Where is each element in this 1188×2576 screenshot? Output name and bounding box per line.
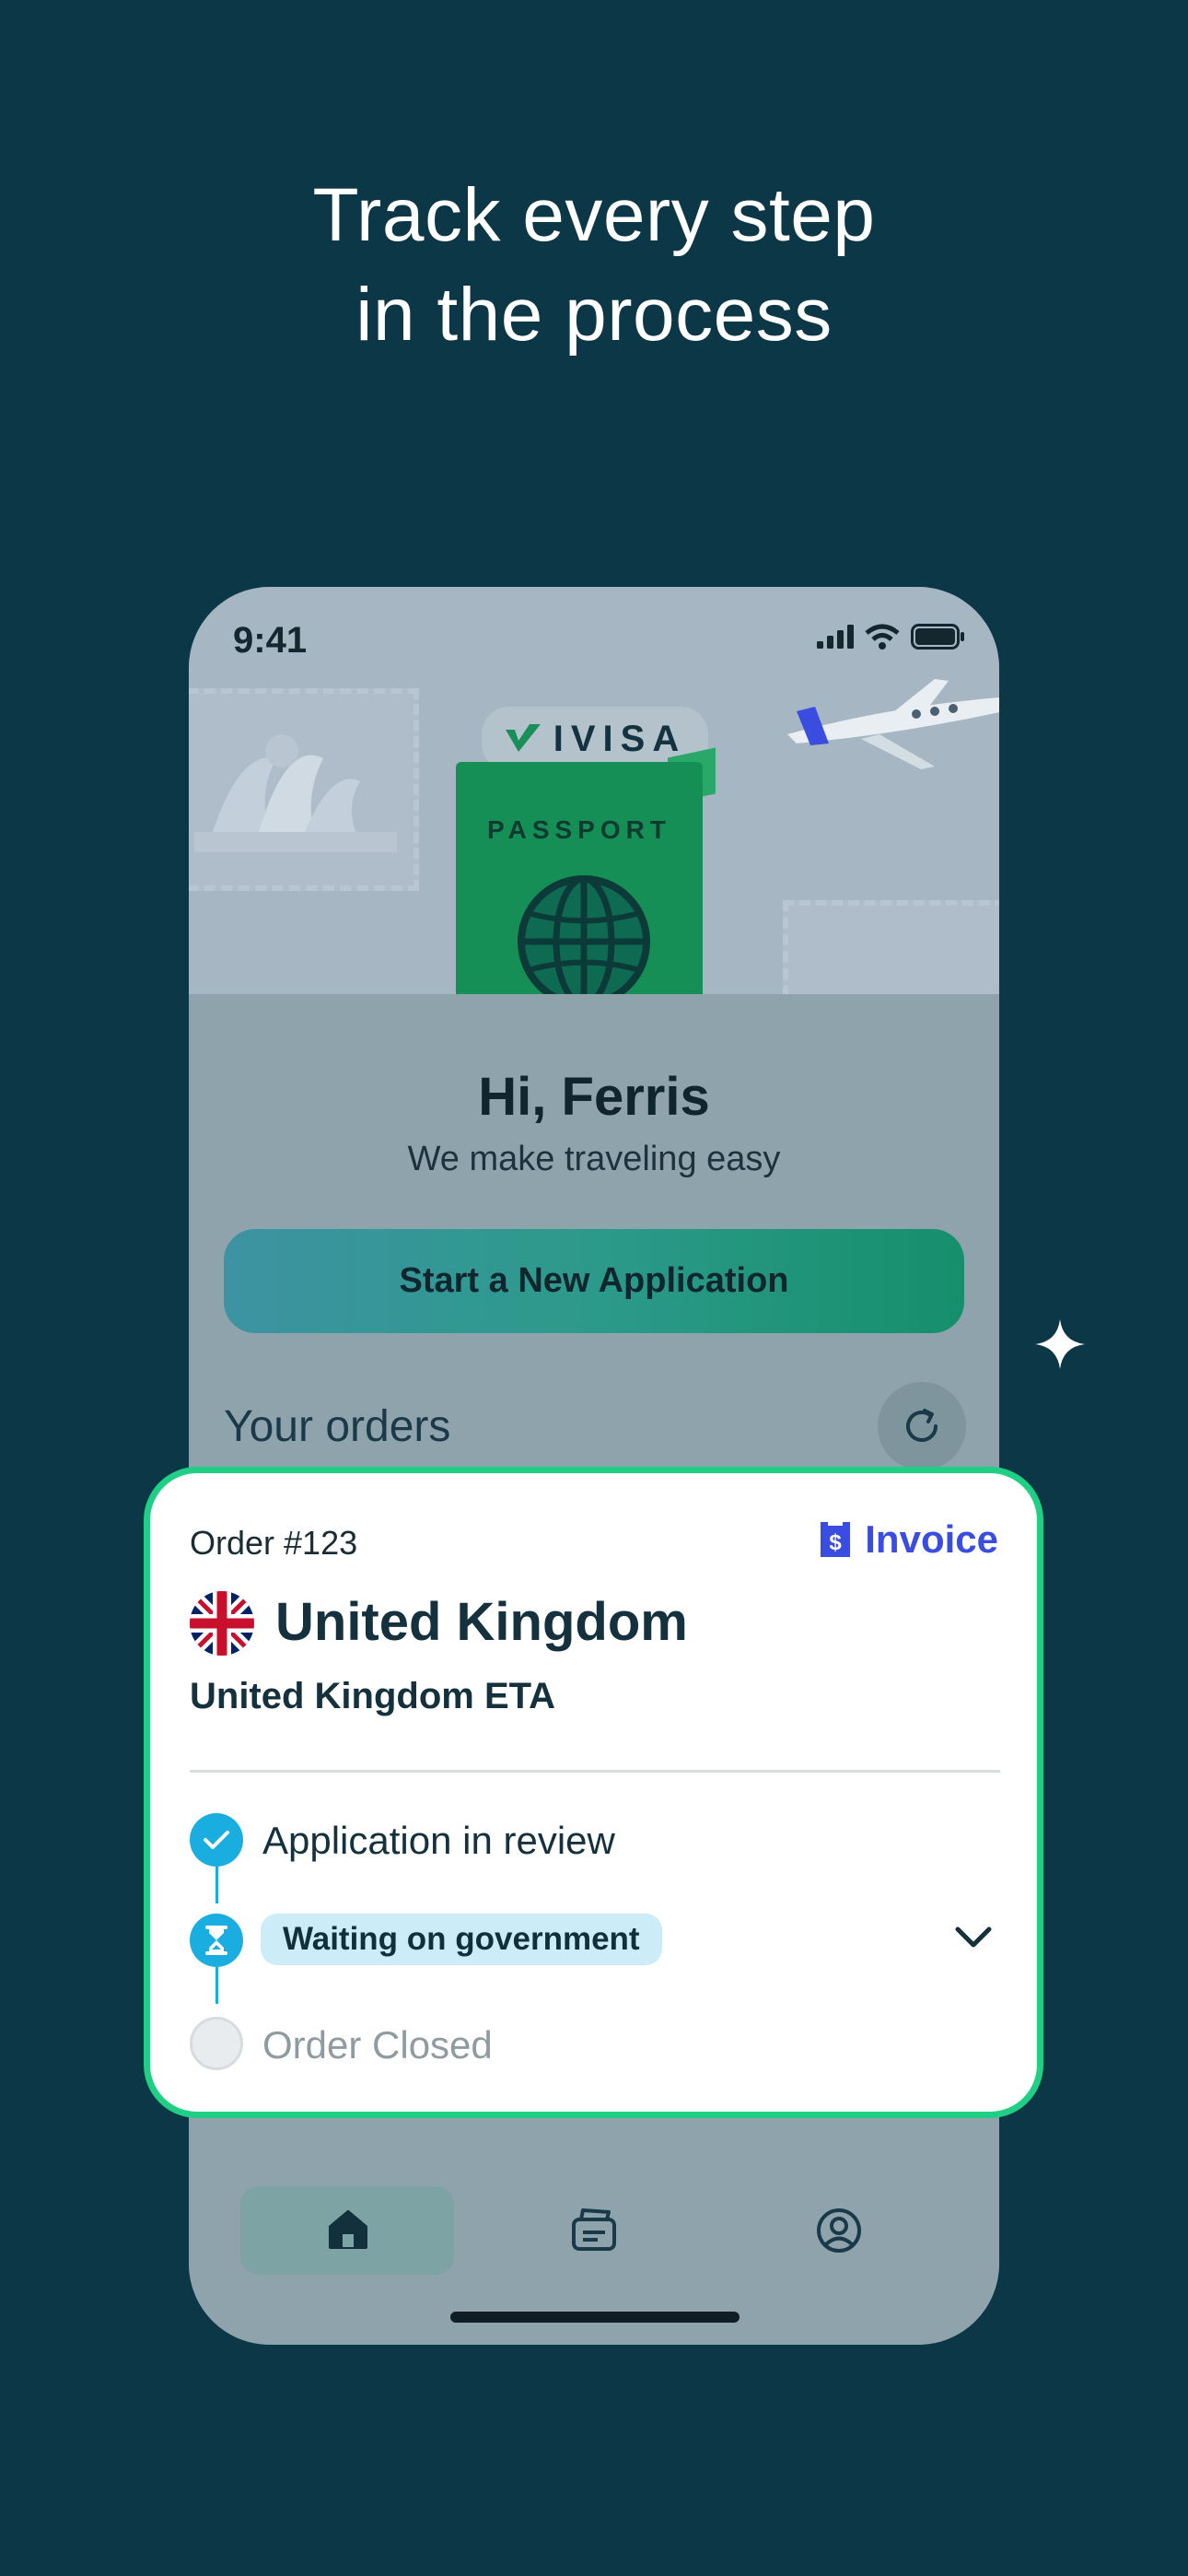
refresh-icon — [906, 1409, 938, 1442]
step-label: Order Closed — [262, 2023, 493, 2067]
headline-line-1: Track every step — [312, 173, 876, 257]
profile-icon[interactable] — [815, 2207, 863, 2254]
step-connector — [215, 1867, 218, 1903]
documents-icon[interactable] — [570, 2207, 618, 2253]
hourglass-icon — [205, 1926, 227, 1955]
wifi-icon — [865, 624, 900, 650]
status-icons — [817, 624, 966, 650]
orders-title: Your orders — [224, 1402, 451, 1451]
passport: PASSPORT — [456, 762, 703, 994]
home-indicator — [450, 2312, 740, 2323]
globe-icon — [518, 875, 650, 994]
invoice-icon: $ — [821, 1522, 851, 1557]
status-bar: 9:41 — [189, 587, 999, 688]
step-connector — [215, 1967, 218, 2004]
battery-icon — [911, 624, 964, 650]
headline-line-2: in the process — [355, 273, 833, 357]
opera-house-icon — [194, 734, 397, 852]
tagline: We make traveling easy — [407, 1140, 781, 1178]
refresh-button[interactable] — [878, 1382, 966, 1470]
chevron-down-icon[interactable] — [954, 1925, 993, 1950]
step-current-indicator — [190, 1914, 243, 1967]
invoice-link[interactable]: $ Invoice — [817, 1517, 998, 1562]
invoice-label: Invoice — [865, 1517, 998, 1561]
visa-type: United Kingdom ETA — [190, 1676, 555, 1716]
step-done-indicator — [190, 1813, 243, 1867]
country-name: United Kingdom — [275, 1592, 688, 1652]
order-card[interactable]: Order #123 $ Invoice United Kingdom Unit… — [144, 1467, 1043, 2118]
check-icon — [204, 1831, 229, 1849]
status-time: 9:41 — [233, 620, 308, 661]
greeting: Hi, Ferris — [478, 1067, 710, 1127]
start-application-button[interactable]: Start a New Application — [224, 1229, 964, 1333]
uk-flag-icon — [190, 1591, 254, 1656]
logo-text: IVISA — [553, 718, 687, 759]
home-icon[interactable] — [325, 2207, 371, 2253]
status-badge: Waiting on government — [261, 1914, 662, 1965]
svg-text:$: $ — [830, 1530, 843, 1555]
passport-label: PASSPORT — [487, 815, 671, 844]
stamp-left — [189, 688, 419, 891]
sparkle-icon — [1035, 1319, 1085, 1369]
stamp-right — [783, 900, 999, 994]
order-number: Order #123 — [190, 1524, 358, 1562]
checkmark-logo-icon — [505, 724, 541, 752]
step-label: Application in review — [262, 1819, 615, 1862]
step-pending-indicator — [190, 2017, 243, 2070]
signal-icon — [817, 625, 854, 649]
headline: Track every step in the process — [0, 166, 1188, 365]
divider — [190, 1770, 1000, 1773]
